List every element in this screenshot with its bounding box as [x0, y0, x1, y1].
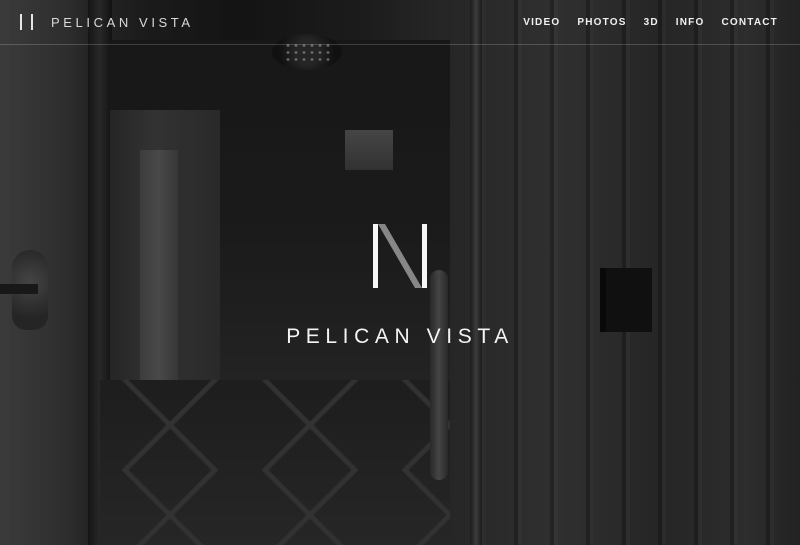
nav-item-video[interactable]: VIDEO	[523, 17, 560, 28]
brand-name: PELICAN VISTA	[51, 14, 194, 30]
nav-item-contact[interactable]: CONTACT	[721, 17, 778, 28]
hero-title: PELICAN VISTA	[286, 325, 514, 348]
nav-item-3d[interactable]: 3D	[644, 17, 659, 28]
main-nav: VIDEO PHOTOS 3D INFO CONTACT	[523, 17, 778, 28]
hero: PELICAN VISTA	[0, 0, 800, 545]
site-header: PELICAN VISTA VIDEO PHOTOS 3D INFO CONTA…	[0, 0, 800, 45]
nav-item-info[interactable]: INFO	[676, 17, 705, 28]
pelican-vista-logo-icon	[20, 14, 33, 30]
pelican-vista-monogram-icon	[373, 224, 427, 288]
nav-item-photos[interactable]: PHOTOS	[577, 17, 626, 28]
brand-home-link[interactable]: PELICAN VISTA	[20, 14, 194, 30]
